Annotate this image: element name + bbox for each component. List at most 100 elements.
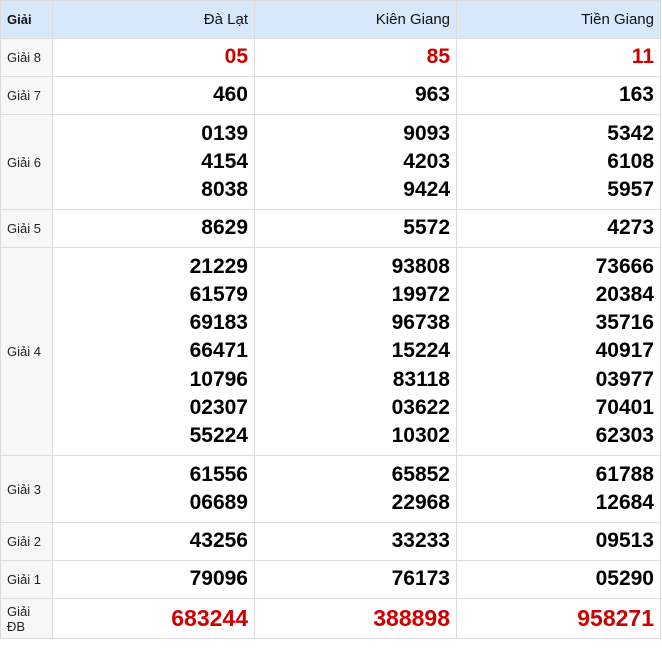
result-number: 05290 bbox=[595, 567, 654, 591]
result-cell: 65852 22968 bbox=[254, 455, 457, 523]
result-number: 163 bbox=[618, 83, 654, 107]
prize-label: Giải 6 bbox=[0, 114, 53, 210]
prize-row: Giải 3 61556 06689 65852 22968 61788 12684 bbox=[0, 455, 661, 523]
prize-row: Giải 8 05 85 11 bbox=[0, 38, 661, 77]
result-number: 0139 bbox=[201, 121, 248, 145]
result-cell: 683244 bbox=[52, 598, 255, 639]
prize-row: Giải ĐB 683244 388898 958271 bbox=[0, 598, 661, 639]
result-cell: 43256 bbox=[52, 522, 255, 561]
prize-row: Giải 5 8629 5572 4273 bbox=[0, 209, 661, 248]
result-number: 10796 bbox=[189, 367, 248, 391]
result-cell: 163 bbox=[456, 76, 661, 115]
result-cell: 85 bbox=[254, 38, 457, 77]
result-number: 19972 bbox=[391, 282, 450, 306]
result-cell: 93808 19972 96738 15224 83118 03622 10302 bbox=[254, 247, 457, 456]
result-cell: 5342 6108 5957 bbox=[456, 114, 661, 210]
result-number: 05 bbox=[224, 45, 248, 69]
result-cell: 73666 20384 35716 40917 03977 70401 62303 bbox=[456, 247, 661, 456]
result-number: 388898 bbox=[373, 605, 450, 632]
result-number: 73666 bbox=[595, 254, 654, 278]
prize-label: Giải 4 bbox=[0, 247, 53, 456]
result-number: 683244 bbox=[171, 605, 248, 632]
result-cell: 05290 bbox=[456, 560, 661, 599]
result-number: 9424 bbox=[403, 178, 450, 202]
result-cell: 9093 4203 9424 bbox=[254, 114, 457, 210]
result-number: 83118 bbox=[392, 367, 450, 391]
result-number: 4203 bbox=[403, 149, 450, 173]
result-number: 22968 bbox=[391, 491, 450, 514]
result-number: 460 bbox=[212, 83, 248, 107]
result-number: 35716 bbox=[595, 311, 654, 335]
province-header-tien-giang[interactable]: Tiền Giang bbox=[456, 0, 661, 39]
result-number: 10302 bbox=[391, 424, 450, 447]
result-cell: 33233 bbox=[254, 522, 457, 561]
result-number: 33233 bbox=[391, 529, 450, 553]
result-number: 65852 bbox=[391, 462, 450, 486]
result-number: 15224 bbox=[391, 339, 450, 363]
result-number: 70401 bbox=[595, 395, 654, 419]
result-number: 93808 bbox=[391, 254, 450, 278]
result-number: 12684 bbox=[595, 491, 654, 514]
result-cell: 11 bbox=[456, 38, 661, 77]
table-header: Giải Đà Lạt Kiên Giang Tiền Giang bbox=[0, 0, 661, 39]
result-cell: 5572 bbox=[254, 209, 457, 248]
result-cell: 0139 4154 8038 bbox=[52, 114, 255, 210]
result-number: 5342 bbox=[607, 121, 654, 145]
result-number: 6108 bbox=[607, 149, 654, 173]
result-cell: 61788 12684 bbox=[456, 455, 661, 523]
prize-label: Giải 7 bbox=[0, 76, 53, 115]
result-number: 96738 bbox=[391, 311, 450, 335]
result-number: 02307 bbox=[189, 395, 248, 419]
result-number: 61788 bbox=[595, 462, 654, 486]
result-number: 4154 bbox=[201, 149, 248, 173]
result-cell: 8629 bbox=[52, 209, 255, 248]
result-number: 8038 bbox=[201, 178, 248, 202]
prize-row: Giải 6 0139 4154 8038 9093 4203 9424 5342 6108 59… bbox=[0, 114, 661, 210]
result-cell: 79096 bbox=[52, 560, 255, 599]
result-cell: 388898 bbox=[254, 598, 457, 639]
result-number: 55224 bbox=[189, 424, 248, 447]
result-number: 8629 bbox=[201, 216, 248, 240]
province-header-da-lat[interactable]: Đà Lạt bbox=[52, 0, 255, 39]
result-cell: 09513 bbox=[456, 522, 661, 561]
prize-row: Giải 7 460 963 163 bbox=[0, 76, 661, 115]
prize-label: Giải 5 bbox=[0, 209, 53, 248]
result-number: 06689 bbox=[189, 491, 248, 514]
prize-label: Giải 8 bbox=[0, 38, 53, 77]
prize-row: Giải 4 21229 61579 69183 66471 10796 02307 5522… bbox=[0, 247, 661, 456]
result-number: 958271 bbox=[577, 605, 654, 632]
result-cell: 61556 06689 bbox=[52, 455, 255, 523]
prize-label: Giải 3 bbox=[0, 455, 53, 523]
result-number: 11 bbox=[631, 45, 654, 69]
result-cell: 4273 bbox=[456, 209, 661, 248]
prize-label: Giải ĐB bbox=[0, 598, 53, 639]
result-number: 61556 bbox=[189, 462, 248, 486]
result-number: 9093 bbox=[403, 121, 450, 145]
result-cell: 460 bbox=[52, 76, 255, 115]
result-number: 09513 bbox=[595, 529, 654, 553]
prize-column-header: Giải bbox=[0, 0, 53, 39]
result-number: 5957 bbox=[607, 178, 654, 202]
result-number: 69183 bbox=[189, 311, 248, 335]
prize-label: Giải 2 bbox=[0, 522, 53, 561]
result-number: 03622 bbox=[391, 395, 450, 419]
result-number: 21229 bbox=[189, 254, 248, 278]
header-row: Giải Đà Lạt Kiên Giang Tiền Giang bbox=[0, 0, 661, 39]
result-number: 40917 bbox=[595, 339, 654, 363]
result-number: 963 bbox=[414, 83, 450, 107]
result-number: 5572 bbox=[403, 216, 450, 240]
result-number: 79096 bbox=[189, 567, 248, 591]
result-cell: 958271 bbox=[456, 598, 661, 639]
result-cell: 76173 bbox=[254, 560, 457, 599]
lottery-results-table: Giải Đà Lạt Kiên Giang Tiền Giang Giải 8… bbox=[0, 0, 661, 639]
result-number: 85 bbox=[426, 45, 450, 69]
result-cell: 05 bbox=[52, 38, 255, 77]
result-number: 20384 bbox=[595, 282, 654, 306]
result-number: 62303 bbox=[595, 424, 654, 447]
prize-row: Giải 1 79096 76173 05290 bbox=[0, 560, 661, 599]
result-number: 66471 bbox=[189, 339, 248, 363]
result-number: 61579 bbox=[189, 282, 248, 306]
result-number: 43256 bbox=[189, 529, 248, 553]
province-header-kien-giang[interactable]: Kiên Giang bbox=[254, 0, 457, 39]
result-number: 76173 bbox=[391, 567, 450, 591]
